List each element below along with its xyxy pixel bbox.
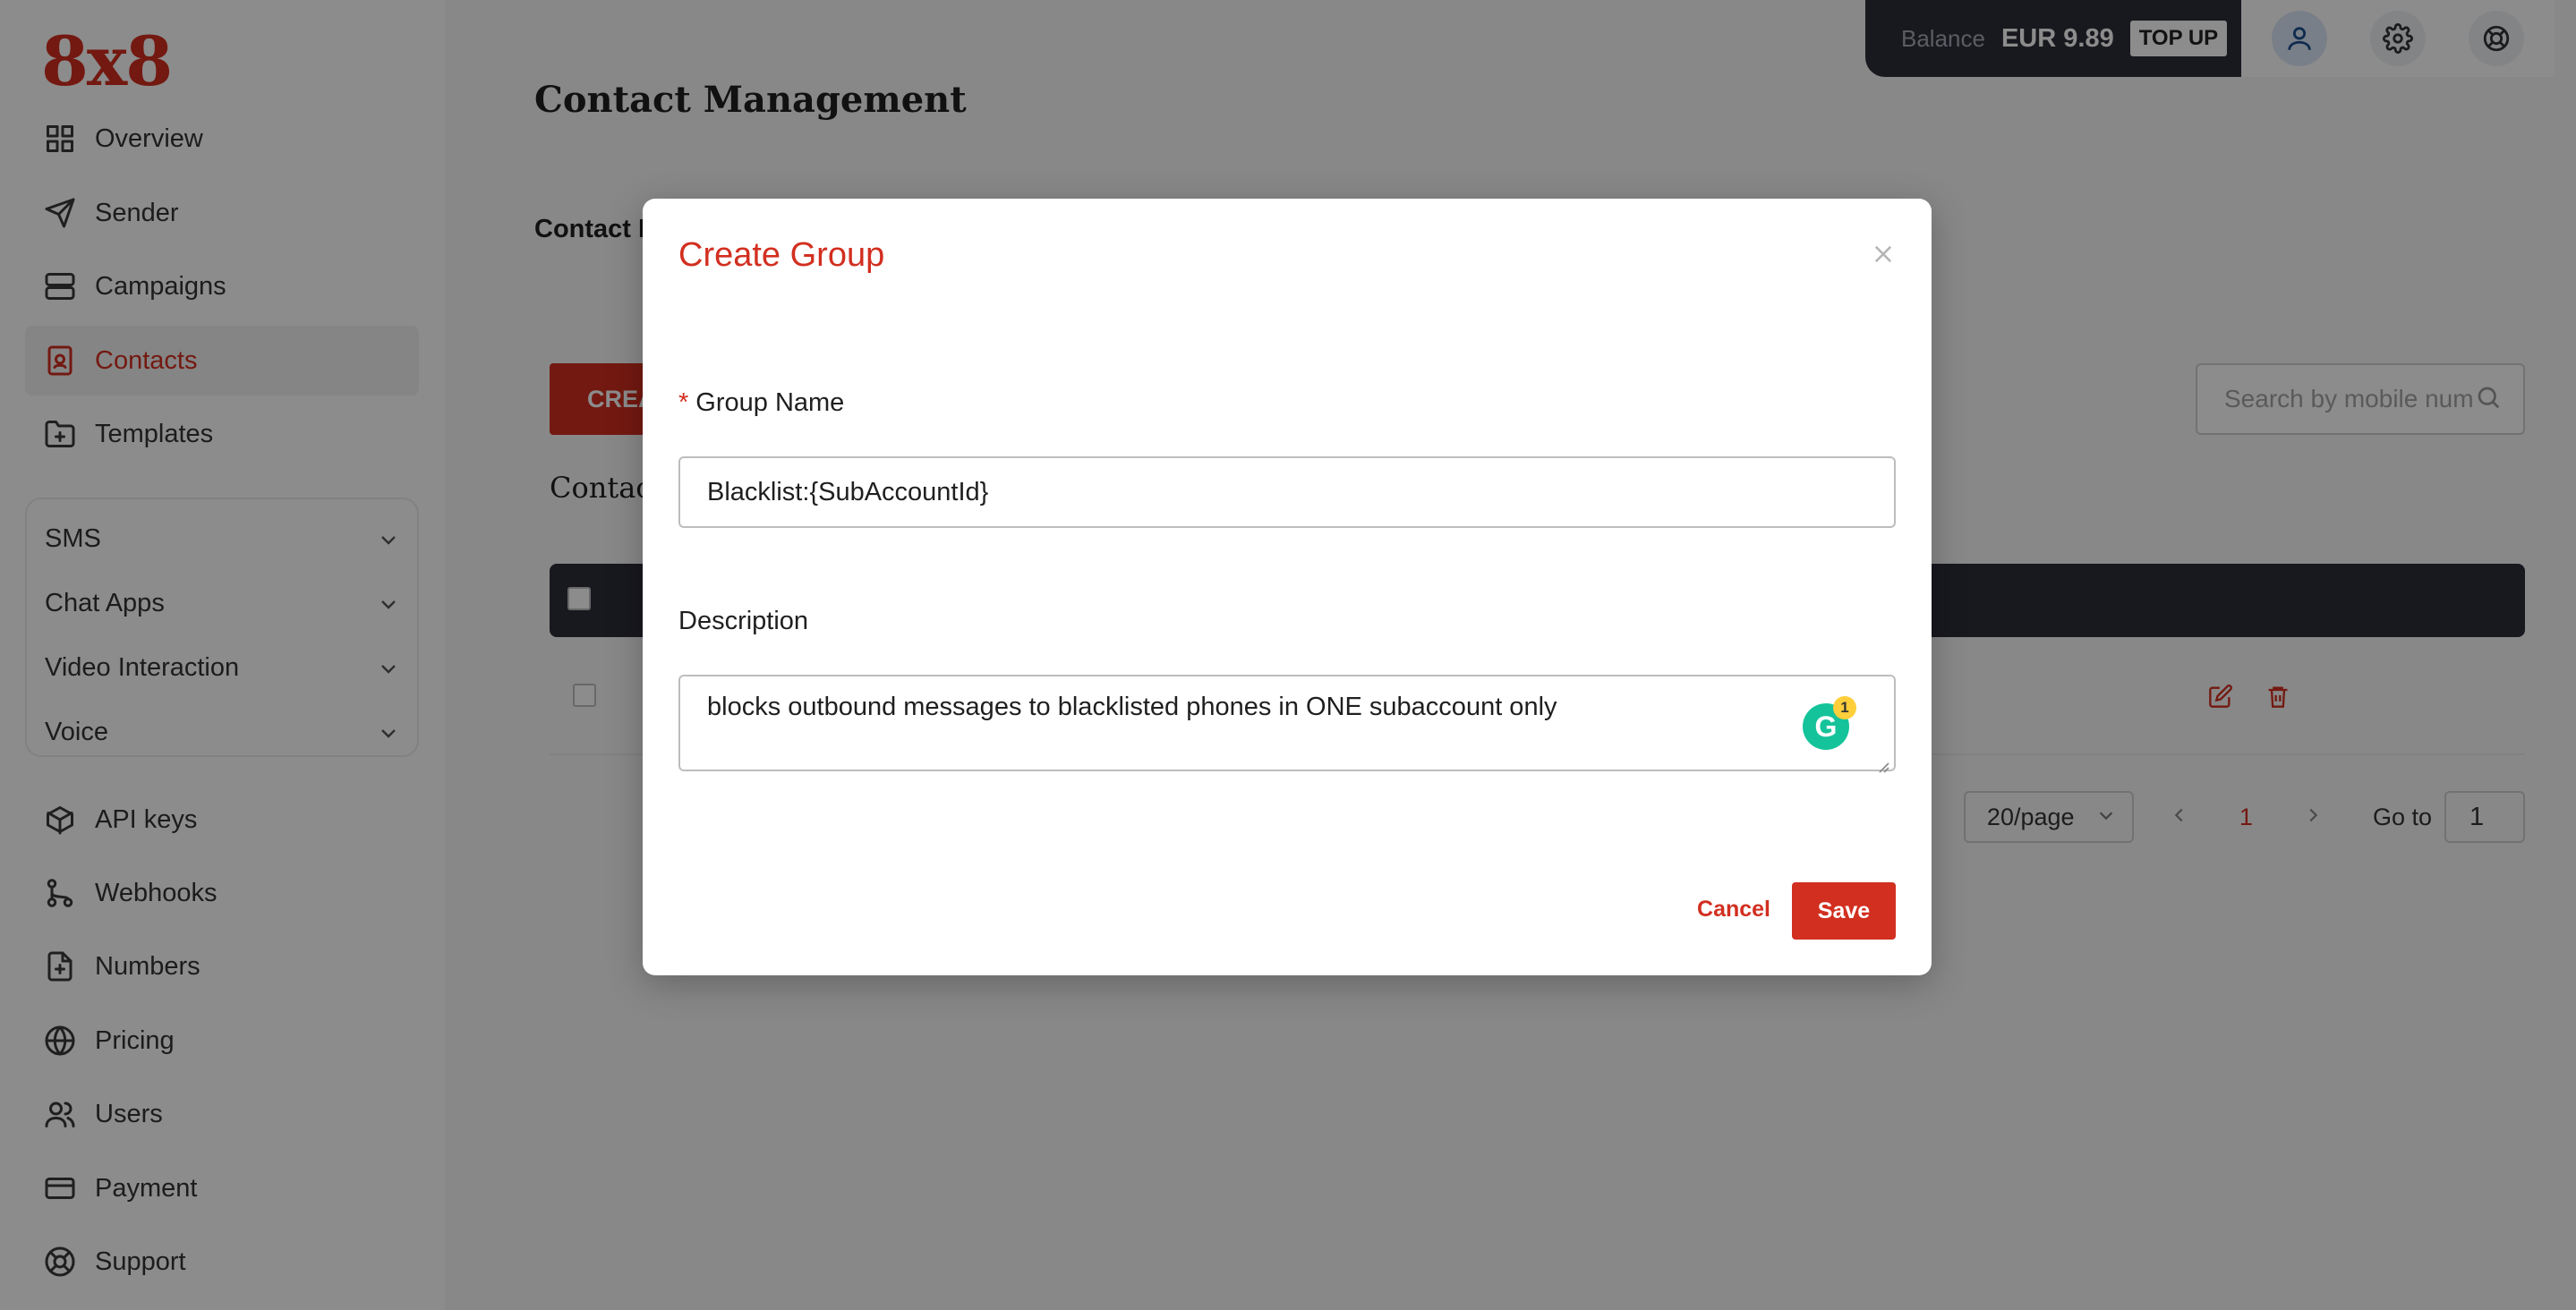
group-name-input[interactable]: Blacklist:{SubAccountId} [678, 456, 1896, 528]
group-name-label-text: Group Name [695, 388, 845, 417]
description-label: Description [678, 607, 809, 635]
description-text: blocks outbound messages to blacklisted … [707, 693, 1557, 721]
grammarly-icon[interactable]: G1 [1803, 696, 1856, 750]
resize-handle-icon[interactable] [1876, 752, 1890, 773]
grammarly-badge: 1 [1833, 696, 1856, 719]
close-icon[interactable] [1871, 242, 1896, 267]
save-button[interactable]: Save [1792, 882, 1896, 940]
create-group-dialog: Create Group * Group Name Blacklist:{SubA… [643, 199, 1932, 975]
required-asterisk: * [678, 388, 689, 417]
cancel-button[interactable]: Cancel [1697, 897, 1770, 923]
description-textarea[interactable]: blocks outbound messages to blacklisted … [678, 675, 1896, 773]
group-name-label: * Group Name [678, 388, 844, 418]
dialog-title: Create Group [678, 236, 885, 274]
